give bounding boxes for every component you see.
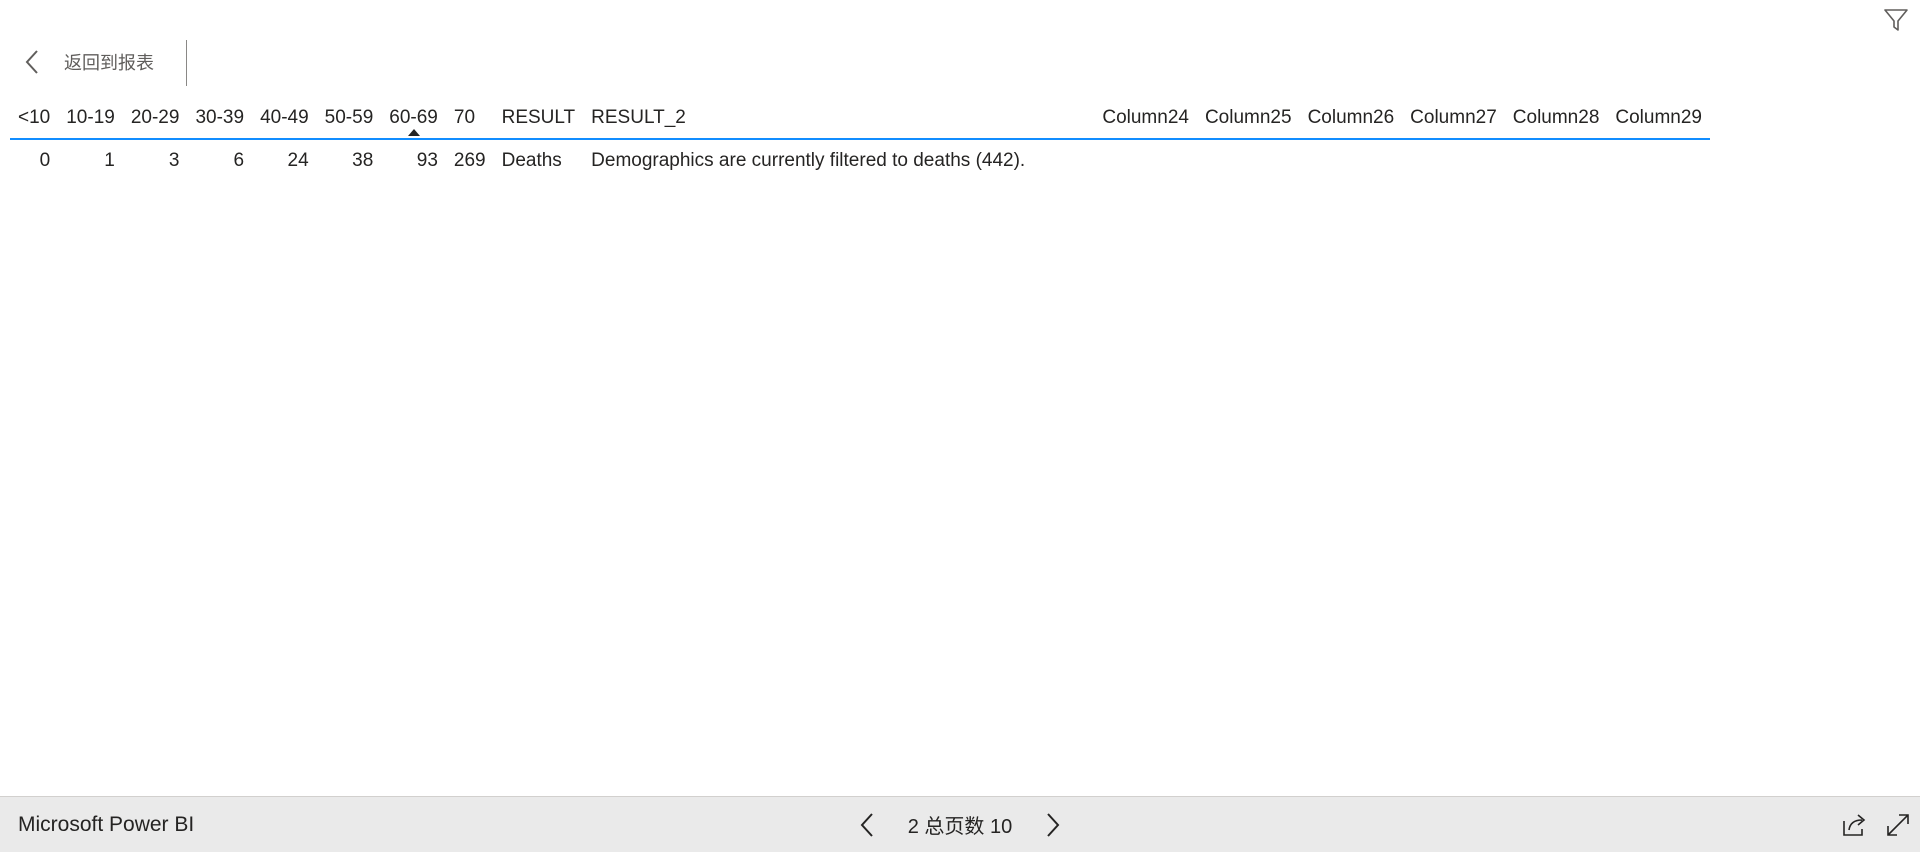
share-icon[interactable] [1840, 811, 1868, 839]
back-to-report-label: 返回到报表 [64, 53, 154, 73]
column-header[interactable]: 10-19 [58, 98, 123, 139]
column-header[interactable]: 40-49 [252, 98, 317, 139]
column-header[interactable]: Column26 [1300, 98, 1403, 139]
table-cell [1402, 139, 1505, 182]
brand-label: Microsoft Power BI [18, 812, 195, 836]
column-header[interactable]: Column25 [1197, 98, 1300, 139]
table-header-row: <10 10-19 20-29 30-39 40-49 50-59 60-69 … [10, 98, 1710, 139]
filter-icon[interactable] [1882, 6, 1910, 34]
table-cell: Demographics are currently filtered to d… [591, 150, 1026, 171]
column-header[interactable]: Column29 [1607, 98, 1710, 139]
column-header[interactable]: Column24 [1094, 98, 1197, 139]
table-cell: 93 [416, 150, 438, 171]
column-header[interactable]: RESULT_2 [583, 98, 1033, 139]
table-cell: 3 [168, 150, 180, 171]
table-cell: 6 [233, 150, 245, 171]
chevron-right-icon [1047, 812, 1060, 837]
column-header-empty[interactable] [1033, 98, 1094, 139]
table-row: 0 1 3 6 24 38 93 269 Deaths Demographics… [10, 139, 1710, 182]
column-header[interactable]: RESULT [494, 98, 584, 139]
next-page-button[interactable] [1038, 808, 1068, 842]
header-divider [186, 40, 187, 86]
table-cell [1300, 139, 1403, 182]
back-to-report-button[interactable]: 返回到报表 [22, 44, 154, 80]
column-header[interactable]: Column28 [1505, 98, 1608, 139]
table-cell: 38 [352, 150, 374, 171]
column-header[interactable]: Column27 [1402, 98, 1505, 139]
chevron-left-icon [860, 812, 873, 837]
previous-page-button[interactable] [852, 808, 882, 842]
column-header[interactable]: <10 [10, 98, 58, 139]
table-cell [1197, 139, 1300, 182]
column-header[interactable]: 50-59 [317, 98, 382, 139]
table-cell [1094, 139, 1197, 182]
table-cell [1607, 139, 1710, 182]
pager: 2 总页数 10 [0, 808, 1920, 842]
column-header[interactable]: 70 [446, 98, 494, 139]
expand-icon[interactable] [1884, 811, 1912, 839]
table-cell [1033, 139, 1094, 182]
page-indicator: 2 总页数 10 [907, 816, 1013, 838]
table-cell: 0 [39, 150, 51, 171]
footer-bar: Microsoft Power BI 2 总页数 10 [0, 796, 1920, 852]
chevron-left-icon [25, 50, 38, 74]
table-cell: 24 [287, 150, 309, 171]
table-cell [1505, 139, 1608, 182]
table-cell: 269 [453, 150, 486, 171]
table-cell: Deaths [501, 150, 562, 171]
sort-ascending-icon [407, 129, 420, 136]
column-header[interactable]: 30-39 [187, 98, 252, 139]
column-header-sorted[interactable]: 60-69 [381, 98, 446, 139]
data-table: <10 10-19 20-29 30-39 40-49 50-59 60-69 … [10, 98, 1710, 182]
table-cell: 1 [104, 150, 115, 171]
column-header[interactable]: 20-29 [123, 98, 188, 139]
